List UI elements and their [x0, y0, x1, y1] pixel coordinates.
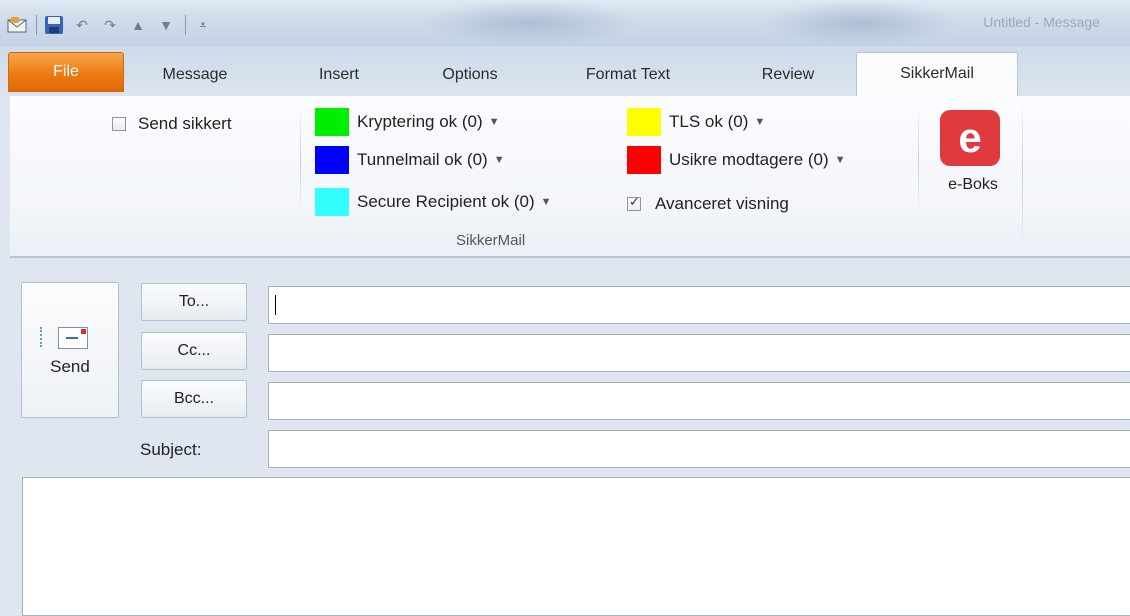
to-button[interactable]: To... [141, 283, 247, 321]
down-arrow-icon[interactable]: ▼ [155, 14, 177, 36]
customize-qat-icon[interactable]: ⩡ [192, 14, 214, 36]
chevron-down-icon: ▼ [488, 116, 500, 128]
text-cursor [275, 295, 276, 315]
secure-recipient-color-swatch [315, 188, 349, 216]
ribbon-panel: Send sikkert Kryptering ok (0) ▼ Tunnelm… [10, 96, 1130, 258]
send-button[interactable]: Send [21, 282, 119, 418]
tunnelmail-status[interactable]: Tunnelmail ok (0) ▼ [315, 146, 505, 174]
secure-recipient-status[interactable]: Secure Recipient ok (0) ▼ [315, 188, 552, 216]
tls-status[interactable]: TLS ok (0) ▼ [627, 108, 765, 136]
send-motion-lines [40, 327, 54, 347]
usikre-label: Usikre modtagere (0) [669, 150, 829, 169]
secure-recipient-label: Secure Recipient ok (0) [357, 192, 535, 211]
title-glow [760, 0, 960, 46]
chevron-down-icon: ▼ [834, 154, 846, 166]
undo-icon[interactable]: ↶ [71, 14, 93, 36]
tab-message[interactable]: Message [140, 56, 250, 94]
tab-review[interactable]: Review [738, 56, 838, 94]
window-title: Untitled - Message [983, 14, 1100, 30]
redo-icon[interactable]: ↷ [99, 14, 121, 36]
quick-access-toolbar: ↶ ↷ ▲ ▼ ⩡ [6, 14, 220, 36]
bcc-field[interactable] [268, 382, 1130, 420]
title-glow [420, 0, 640, 46]
usikre-color-swatch [627, 146, 661, 174]
outlook-icon[interactable] [6, 14, 28, 36]
title-bar: ↶ ↷ ▲ ▼ ⩡ Untitled - Message [0, 0, 1130, 46]
message-body[interactable] [22, 477, 1130, 616]
kryptering-label: Kryptering ok (0) [357, 112, 483, 131]
tunnelmail-label: Tunnelmail ok (0) [357, 150, 488, 169]
tls-color-swatch [627, 108, 661, 136]
bcc-button[interactable]: Bcc... [141, 380, 247, 418]
tab-options[interactable]: Options [418, 56, 522, 94]
tab-insert[interactable]: Insert [294, 56, 384, 94]
kryptering-color-swatch [315, 108, 349, 136]
send-sikkert-checkbox[interactable] [112, 117, 126, 131]
send-label: Send [50, 357, 90, 376]
avanceret-visning-label: Avanceret visning [655, 194, 789, 213]
tab-format-text[interactable]: Format Text [558, 56, 698, 94]
cc-field[interactable] [268, 334, 1130, 372]
send-sikkert-option[interactable]: Send sikkert [112, 114, 232, 134]
envelope-icon [58, 327, 88, 349]
eboks-button[interactable]: e e-Boks [928, 106, 1018, 216]
usikre-status[interactable]: Usikre modtagere (0) ▼ [627, 146, 846, 174]
eboks-label: e-Boks [948, 176, 998, 193]
chevron-down-icon: ▼ [754, 116, 766, 128]
send-sikkert-label: Send sikkert [138, 114, 232, 133]
kryptering-status[interactable]: Kryptering ok (0) ▼ [315, 108, 500, 136]
eboks-icon: e [940, 110, 1000, 166]
tls-label: TLS ok (0) [669, 112, 749, 131]
chevron-down-icon: ▼ [540, 196, 552, 208]
ribbon-tabs: File Message Insert Options Format Text … [0, 46, 1130, 97]
avanceret-visning-option[interactable]: Avanceret visning [627, 194, 789, 214]
save-icon[interactable] [43, 14, 65, 36]
subject-field[interactable] [268, 430, 1130, 468]
to-field[interactable] [268, 286, 1130, 324]
avanceret-visning-checkbox[interactable] [627, 194, 641, 211]
subject-label: Subject: [140, 440, 202, 459]
cc-button[interactable]: Cc... [141, 332, 247, 370]
chevron-down-icon: ▼ [493, 154, 505, 166]
ribbon-group-label: SikkerMail [456, 232, 526, 249]
tunnelmail-color-swatch [315, 146, 349, 174]
tab-sikkermail[interactable]: SikkerMail [856, 52, 1018, 97]
tab-file[interactable]: File [8, 52, 124, 92]
up-arrow-icon[interactable]: ▲ [127, 14, 149, 36]
